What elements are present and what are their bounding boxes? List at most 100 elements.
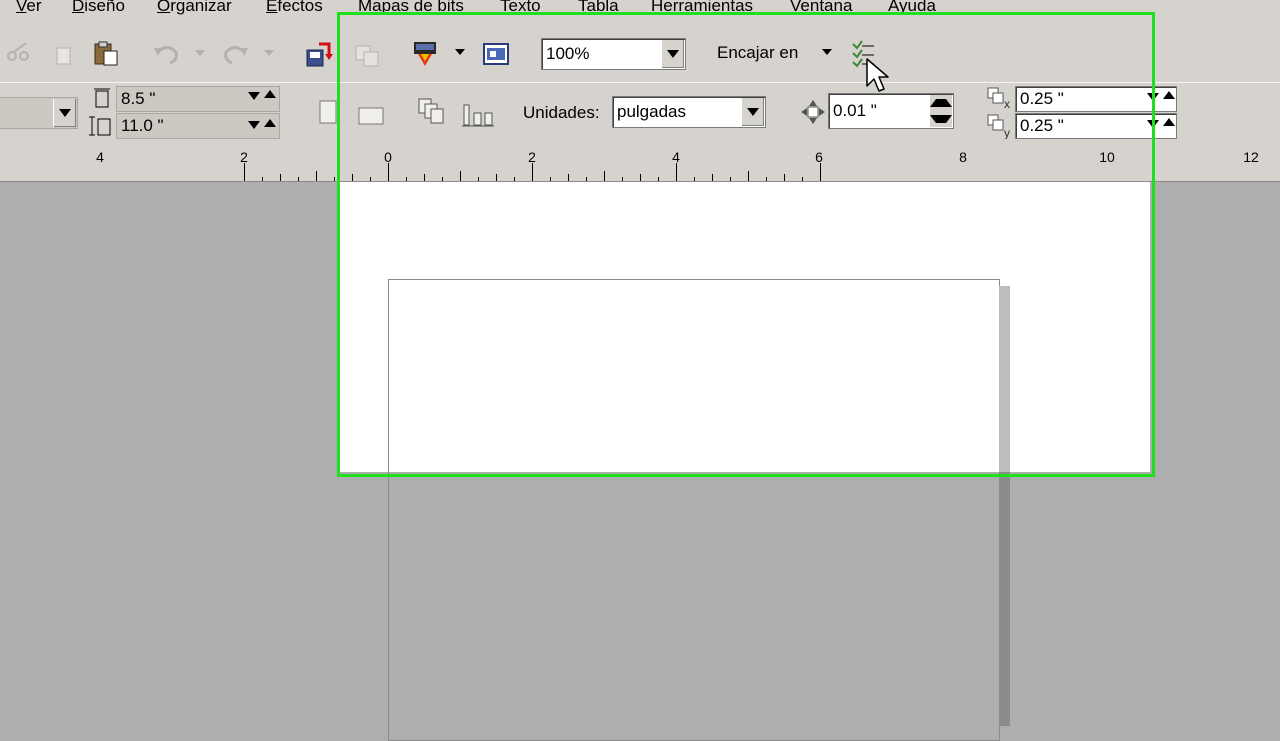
undo-dropdown-icon[interactable] [195, 50, 205, 58]
menu-bar: Ver Diseño Organizar Efectos Mapas de bi… [0, 0, 1280, 22]
menu-organizar[interactable]: Organizar [157, 0, 232, 16]
units-dropdown-button[interactable] [741, 98, 764, 126]
ruler-tick [604, 171, 605, 181]
duplicate-y-decrement[interactable] [1147, 120, 1159, 128]
ruler-tick [442, 177, 443, 181]
copy-icon[interactable] [52, 44, 74, 66]
ruler-tick [586, 177, 587, 181]
duplicate-y-icon: y [987, 114, 1010, 139]
ruler-tick [370, 177, 371, 181]
ruler-tick [676, 163, 677, 181]
page-width-increment[interactable] [264, 90, 276, 98]
menu-texto[interactable]: Texto [500, 0, 541, 16]
ruler-tick [748, 171, 749, 181]
nudge-increment[interactable] [930, 95, 952, 111]
portrait-icon[interactable] [319, 100, 337, 126]
page-height-icon [89, 116, 111, 136]
ruler-tick [298, 177, 299, 181]
paper-type-dropdown-button[interactable] [53, 99, 76, 127]
property-bar: 8.5 " 11.0 " Unidades: pulgadas 0.01 " x… [0, 82, 1280, 146]
ruler-label: 8 [959, 149, 967, 165]
ruler-tick [406, 177, 407, 181]
ruler-tick [622, 177, 623, 181]
ruler-tick [550, 177, 551, 181]
duplicate-y-increment[interactable] [1163, 118, 1175, 126]
svg-text:y: y [1004, 126, 1010, 139]
ruler-tick [730, 177, 731, 181]
ruler-tick [568, 174, 569, 181]
ruler-tick [820, 163, 821, 181]
launcher-dropdown-icon[interactable] [455, 49, 465, 57]
ruler-label: 10 [1099, 149, 1115, 165]
ruler-tick [784, 174, 785, 181]
ruler-tick [658, 177, 659, 181]
units-label: Unidades: [523, 103, 600, 122]
menu-efectos[interactable]: Efectos [266, 0, 323, 16]
page-width-decrement[interactable] [248, 92, 260, 100]
ruler-tick [460, 171, 461, 181]
ruler-tick [388, 163, 389, 181]
application-launcher-icon[interactable] [412, 40, 440, 68]
current-page-icon[interactable] [462, 103, 494, 129]
ruler-tick [316, 171, 317, 181]
ruler-label: 12 [1243, 149, 1259, 165]
nudge-distance-icon [801, 100, 825, 124]
ruler-tick [352, 174, 353, 181]
import-icon[interactable] [305, 40, 335, 68]
standard-toolbar: 100% Encajar en [0, 22, 1280, 82]
duplicate-x-decrement[interactable] [1147, 93, 1159, 101]
menu-ver[interactable]: Ver [16, 0, 42, 16]
ruler-tick [712, 174, 713, 181]
export-icon[interactable] [352, 42, 382, 68]
landscape-icon[interactable] [358, 105, 386, 125]
ruler-tick [496, 174, 497, 181]
zoom-level-value: 100% [546, 44, 590, 63]
ruler-tick [334, 177, 335, 181]
ruler-label: 6 [815, 149, 823, 165]
horizontal-ruler[interactable]: 4 2 0 2 4 6 8 10 12 [0, 145, 1280, 182]
ruler-tick [694, 177, 695, 181]
duplicate-x-icon: x [987, 87, 1010, 110]
page-border [388, 279, 1000, 741]
menu-tabla[interactable]: Tabla [578, 0, 619, 16]
ruler-tick [766, 177, 767, 181]
menu-diseno[interactable]: Diseño [72, 0, 125, 16]
zoom-dropdown-button[interactable] [661, 40, 684, 68]
paper-type-select[interactable] [0, 97, 78, 129]
zoom-level-select[interactable]: 100% [541, 38, 686, 70]
menu-herramientas[interactable]: Herramientas [651, 0, 753, 16]
page-height-decrement[interactable] [248, 121, 260, 129]
redo-icon[interactable] [220, 42, 250, 66]
ruler-tick [640, 174, 641, 181]
ruler-label: 4 [96, 149, 104, 165]
units-value: pulgadas [617, 102, 687, 121]
units-select[interactable]: pulgadas [612, 96, 766, 128]
duplicate-x-increment[interactable] [1163, 91, 1175, 99]
page-width-icon [94, 88, 110, 108]
paste-icon[interactable] [92, 40, 120, 68]
menu-mapas-de-bits[interactable]: Mapas de bits [358, 0, 464, 16]
duplicate-x-value: 0.25 " [1020, 89, 1064, 108]
nudge-decrement[interactable] [930, 111, 952, 127]
page-height-value: 11.0 " [121, 116, 164, 135]
ruler-tick [802, 177, 803, 181]
cut-icon[interactable] [6, 42, 32, 62]
menu-ventana[interactable]: Ventana [790, 0, 852, 16]
welcome-screen-icon[interactable] [482, 42, 510, 66]
ruler-tick [424, 174, 425, 181]
page-shadow-highlighted [999, 286, 1010, 472]
snap-to-label[interactable]: Encajar en [717, 43, 798, 63]
menu-ayuda[interactable]: Ayuda [888, 0, 936, 16]
ruler-tick [244, 163, 245, 181]
undo-icon[interactable] [152, 42, 182, 66]
all-pages-icon[interactable] [417, 97, 447, 125]
mouse-cursor-icon [866, 58, 889, 92]
redo-dropdown-icon[interactable] [264, 50, 274, 58]
nudge-distance-value: 0.01 " [833, 101, 877, 120]
ruler-tick [478, 177, 479, 181]
nudge-distance-field[interactable]: 0.01 " [828, 93, 954, 129]
duplicate-y-value: 0.25 " [1020, 116, 1064, 135]
ruler-tick [514, 177, 515, 181]
page-height-increment[interactable] [264, 119, 276, 127]
snap-dropdown-icon[interactable] [822, 49, 832, 57]
